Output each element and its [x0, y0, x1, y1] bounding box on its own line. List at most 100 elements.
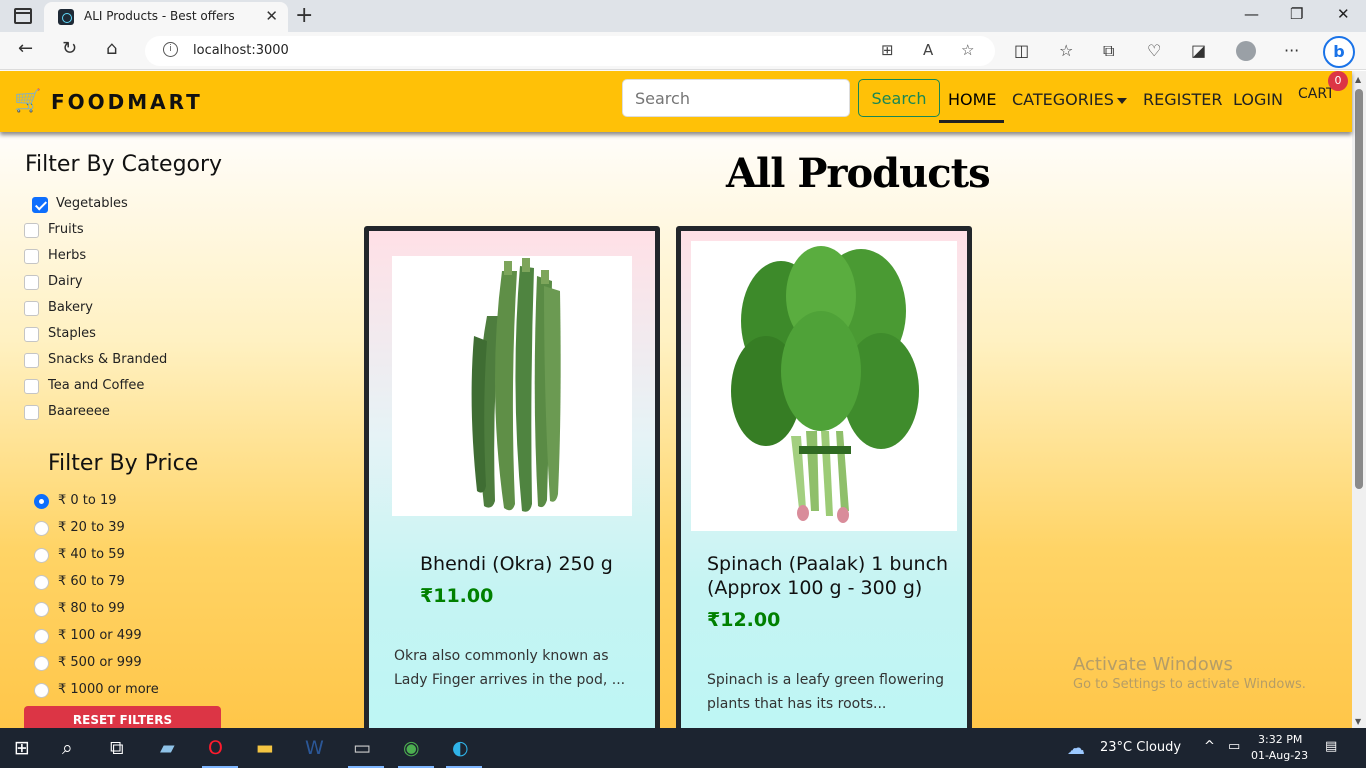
clock-time[interactable]: 3:32 PM	[1258, 733, 1302, 746]
category-label: Baareeee	[48, 404, 110, 419]
category-label: Fruits	[48, 222, 84, 237]
price-radio[interactable]	[34, 575, 49, 590]
activate-windows-title: Activate Windows	[1073, 654, 1233, 675]
app-available-icon[interactable]: ⊞	[881, 41, 894, 59]
tab-close-icon[interactable]: ✕	[265, 7, 278, 25]
shopping-cart-icon: 🛒	[14, 89, 42, 114]
tab-title: ALI Products - Best offers	[84, 9, 235, 23]
price-label: ₹ 60 to 79	[58, 574, 125, 589]
okra-image[interactable]	[392, 256, 632, 516]
browser-essentials-icon[interactable]: ♡	[1147, 41, 1161, 60]
caret-down-icon	[1116, 97, 1127, 104]
cart-count-badge: 0	[1328, 71, 1348, 91]
spinach-image[interactable]	[691, 241, 957, 531]
file-manager-app-icon[interactable]: ▰	[160, 737, 175, 759]
home-icon[interactable]: ⌂	[106, 38, 117, 59]
search-icon[interactable]: ⌕	[62, 737, 73, 759]
browser-tab[interactable]: ALI Products - Best offers ✕	[44, 2, 288, 32]
windows-taskbar: ⊞ ⌕ ⧉ ▰ O ▬ W ▭ ◉ ◐ ☁ 23°C Cloudy ^ ▭ 3:…	[0, 728, 1366, 768]
terminal-icon[interactable]: ▭	[353, 737, 371, 759]
category-checkbox[interactable]	[24, 223, 39, 238]
category-checkbox[interactable]	[24, 405, 39, 420]
category-checkbox[interactable]	[24, 379, 39, 394]
price-filter-title: Filter By Price	[48, 451, 199, 476]
category-checkbox[interactable]	[24, 301, 39, 316]
search-input[interactable]	[622, 79, 850, 117]
collections-icon[interactable]: ⧉	[1103, 41, 1114, 61]
category-label: Vegetables	[56, 196, 128, 211]
product-card[interactable]: Spinach (Paalak) 1 bunch (Approx 100 g -…	[676, 226, 972, 728]
search-button[interactable]: Search	[858, 79, 940, 117]
profile-avatar[interactable]	[1236, 41, 1256, 61]
nav-login[interactable]: LOGIN	[1233, 90, 1283, 109]
price-radio[interactable]	[34, 602, 49, 617]
product-description: Spinach is a leafy green flowering plant…	[707, 672, 945, 712]
product-name[interactable]: Spinach (Paalak) 1 bunch (Approx 100 g -…	[707, 552, 957, 600]
category-label: Herbs	[48, 248, 87, 263]
windows-start-icon[interactable]: ⊞	[14, 737, 30, 759]
nav-register[interactable]: REGISTER	[1143, 90, 1223, 109]
brand-name[interactable]: FOODMART	[51, 90, 203, 114]
show-hidden-icons-icon[interactable]: ^	[1204, 739, 1215, 754]
page-title: All Products	[726, 150, 991, 197]
category-checkbox[interactable]	[24, 275, 39, 290]
price-label: ₹ 0 to 19	[58, 493, 117, 508]
category-label: Bakery	[48, 300, 93, 315]
price-radio[interactable]	[34, 683, 49, 698]
read-aloud-icon[interactable]: A	[923, 41, 933, 59]
new-tab-icon[interactable]: +	[295, 3, 313, 28]
category-checkbox[interactable]	[24, 327, 39, 342]
more-options-icon[interactable]: ···	[1284, 41, 1299, 60]
page-scrollbar[interactable]: ▲ ▼	[1352, 71, 1366, 728]
category-checkbox[interactable]	[24, 353, 39, 368]
chrome-icon[interactable]: ◉	[403, 737, 420, 759]
address-bar-row: ← ↻ ⌂ i localhost:3000 ⊞ A ☆ ◫ ☆ ⧉ ♡ ◪ ·…	[0, 32, 1366, 70]
task-view-icon[interactable]: ⧉	[110, 737, 124, 759]
extension-icon[interactable]: ◪	[1191, 41, 1206, 60]
product-name[interactable]: Bhendi (Okra) 250 g	[420, 552, 650, 576]
price-radio[interactable]	[34, 521, 49, 536]
scroll-down-icon[interactable]: ▼	[1355, 717, 1361, 726]
back-icon[interactable]: ←	[18, 38, 33, 59]
favorite-star-icon[interactable]: ☆	[961, 41, 974, 59]
refresh-icon[interactable]: ↻	[62, 38, 77, 59]
nav-home[interactable]: HOME	[948, 90, 997, 109]
notifications-icon[interactable]: ▤	[1325, 739, 1337, 754]
nav-categories[interactable]: CATEGORIES	[1012, 90, 1127, 109]
cloudy-weather-icon[interactable]: ☁	[1067, 738, 1085, 759]
scroll-up-icon[interactable]: ▲	[1355, 75, 1361, 84]
price-label: ₹ 1000 or more	[58, 682, 159, 697]
category-checkbox[interactable]	[24, 249, 39, 264]
price-radio[interactable]	[34, 656, 49, 671]
product-price: ₹12.00	[707, 609, 781, 631]
browser-tab-strip: ALI Products - Best offers ✕ + — ❐ ✕	[0, 0, 1366, 32]
edge-icon[interactable]: ◐	[452, 737, 469, 759]
minimize-icon[interactable]: —	[1244, 5, 1259, 23]
product-card[interactable]: Bhendi (Okra) 250 g ₹11.00 Okra also com…	[364, 226, 660, 728]
url-box[interactable]: i localhost:3000 ⊞ A ☆	[145, 36, 995, 66]
file-explorer-icon[interactable]: ▬	[256, 737, 274, 759]
page-content: Filter By Category Vegetables Fruits Herbs…	[0, 132, 1352, 728]
clock-date[interactable]: 01-Aug-23	[1251, 749, 1308, 762]
scrollbar-thumb[interactable]	[1355, 89, 1363, 489]
word-icon[interactable]: W	[305, 737, 324, 759]
restore-icon[interactable]: ❐	[1290, 5, 1303, 23]
price-radio[interactable]	[34, 629, 49, 644]
url-text[interactable]: localhost:3000	[193, 43, 289, 58]
nav-cart[interactable]: CART	[1298, 86, 1335, 102]
price-label: ₹ 500 or 999	[58, 655, 142, 670]
favorites-icon[interactable]: ☆	[1059, 41, 1073, 60]
price-radio[interactable]	[34, 494, 49, 509]
site-info-icon[interactable]: i	[163, 42, 178, 57]
price-radio[interactable]	[34, 548, 49, 563]
product-price: ₹11.00	[420, 585, 494, 607]
tab-actions-icon[interactable]	[14, 8, 32, 24]
opera-icon[interactable]: O	[208, 737, 223, 759]
bing-chat-icon[interactable]: b	[1323, 36, 1355, 68]
window-close-icon[interactable]: ✕	[1337, 5, 1350, 23]
reset-filters-button[interactable]: RESET FILTERS	[24, 706, 221, 728]
split-screen-icon[interactable]: ◫	[1014, 41, 1029, 60]
network-icon[interactable]: ▭	[1228, 739, 1240, 754]
category-checkbox[interactable]	[32, 197, 48, 213]
weather-text[interactable]: 23°C Cloudy	[1100, 740, 1181, 755]
